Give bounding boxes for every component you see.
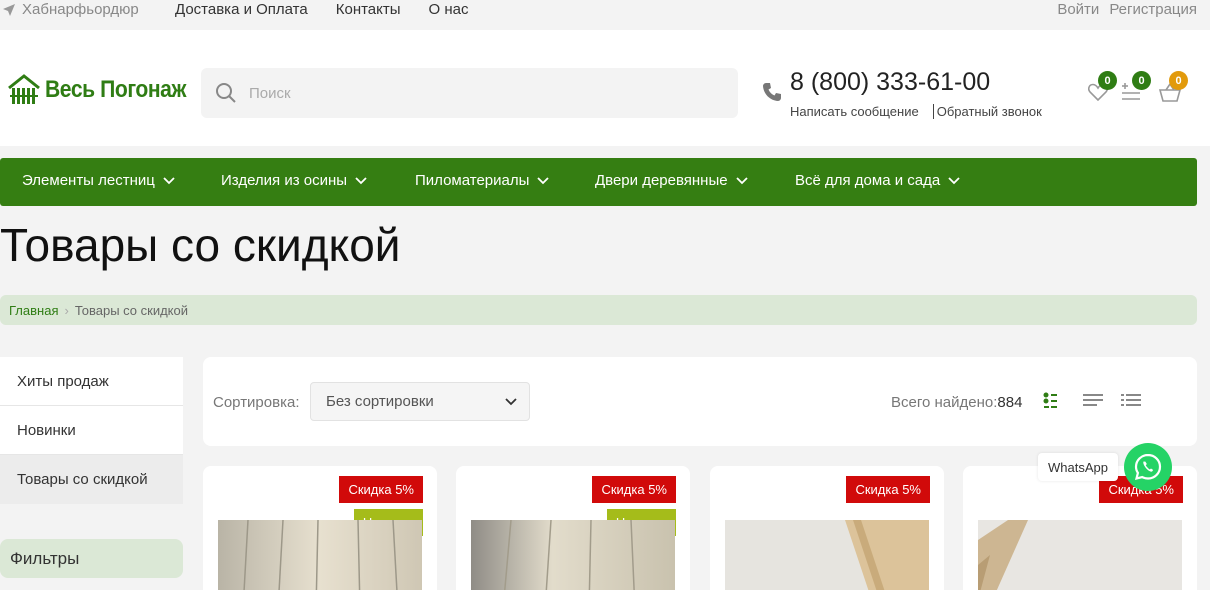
sidebar-menu: Хиты продаж Новинки Товары со скидкой <box>0 357 183 504</box>
menu-item-label: Двери деревянные <box>595 172 728 189</box>
search-icon[interactable] <box>215 82 237 104</box>
chevron-down-icon <box>735 176 748 184</box>
sidebar-item-new[interactable]: Новинки <box>0 406 183 455</box>
sale-badge: Скидка 5% <box>339 476 423 503</box>
menu-item-label: Изделия из осины <box>221 172 348 189</box>
menu-item-label: Всё для дома и сада <box>795 172 941 189</box>
cart-button[interactable]: 0 <box>1158 71 1188 108</box>
product-image[interactable] <box>471 520 675 590</box>
logo-text: Весь Погонаж <box>45 76 187 103</box>
total-label: Всего найдено: <box>891 394 998 411</box>
sort-value: Без сортировки <box>326 393 434 410</box>
logo[interactable]: Весь Погонаж <box>7 74 205 106</box>
phone-links: Написать сообщение Обратный звонок <box>790 104 1042 119</box>
chevron-down-icon <box>355 176 367 184</box>
sort-panel: Сортировка: Без сортировки Всего найдено… <box>203 357 1197 446</box>
sort-label: Сортировка: <box>213 394 300 411</box>
chevron-down-icon <box>505 397 517 405</box>
sort-select[interactable]: Без сортировки <box>310 382 530 421</box>
grid-view-icon <box>1043 392 1057 408</box>
breadcrumb: Главная › Товары со скидкой <box>0 295 1197 325</box>
sale-badge: Скидка 5% <box>592 476 676 503</box>
search-input[interactable] <box>249 84 689 102</box>
sidebar-item-discounts[interactable]: Товары со скидкой <box>0 455 183 504</box>
auth-links: Войти Регистрация <box>1057 1 1197 18</box>
chevron-down-icon <box>948 176 960 184</box>
top-links: Доставка и Оплата Контакты О нас <box>175 1 469 18</box>
city-selector[interactable]: Хабнарфьордюр <box>2 1 139 18</box>
menu-item-lumber[interactable]: Пиломатериалы <box>415 172 550 189</box>
menu-item-label: Элементы лестниц <box>22 172 155 189</box>
compare-button[interactable]: 0 <box>1122 71 1151 106</box>
favorites-button[interactable]: 0 <box>1087 71 1117 106</box>
whatsapp-label: WhatsApp <box>1038 453 1118 481</box>
house-logo-icon <box>8 74 40 104</box>
cart-badge: 0 <box>1169 71 1188 90</box>
link-contacts[interactable]: Контакты <box>336 1 401 18</box>
whatsapp-button[interactable] <box>1124 443 1172 491</box>
city-label: Хабнарфьордюр <box>22 1 139 18</box>
register-link[interactable]: Регистрация <box>1109 1 1197 18</box>
link-delivery[interactable]: Доставка и Оплата <box>175 1 308 18</box>
menu-item-aspen[interactable]: Изделия из осины <box>221 172 367 189</box>
menu-item-home-garden[interactable]: Всё для дома и сада <box>795 172 960 189</box>
menu-item-label: Пиломатериалы <box>415 172 530 189</box>
menu-item-stairs[interactable]: Элементы лестниц <box>22 172 175 189</box>
phone-icon <box>763 83 781 101</box>
login-link[interactable]: Войти <box>1057 1 1099 18</box>
search-box <box>201 68 738 118</box>
breadcrumb-home[interactable]: Главная <box>9 303 58 318</box>
callback-link[interactable]: Обратный звонок <box>932 104 1042 119</box>
sidebar-item-bestsellers[interactable]: Хиты продаж <box>0 357 183 406</box>
product-card[interactable]: Скидка 5% <box>710 466 944 590</box>
view-list-button[interactable] <box>1083 392 1103 413</box>
main-menu: Элементы лестниц Изделия из осины Пилома… <box>0 158 1197 206</box>
breadcrumb-current: Товары со скидкой <box>74 302 189 318</box>
filters-toggle[interactable]: Фильтры <box>0 539 183 578</box>
whatsapp-icon <box>1134 453 1162 480</box>
sale-badge: Скидка 5% <box>846 476 930 503</box>
chevron-down-icon <box>163 176 175 184</box>
product-card[interactable]: Скидка 5% Новинка <box>456 466 690 590</box>
total-value: 884 <box>997 394 1023 411</box>
total-found: Всего найдено:884 <box>891 394 1022 411</box>
compare-badge: 0 <box>1132 71 1151 90</box>
product-card[interactable]: Скидка 5% Новинка <box>203 466 437 590</box>
location-arrow-icon <box>3 3 15 16</box>
product-image[interactable] <box>725 520 929 590</box>
page-title: Товары со скидкой <box>0 219 401 271</box>
product-image[interactable] <box>978 520 1182 590</box>
top-bar: Хабнарфьордюр Доставка и Оплата Контакты… <box>0 0 1210 26</box>
phone-number[interactable]: 8 (800) 333-61-00 <box>790 68 990 97</box>
view-compact-button[interactable] <box>1121 392 1141 413</box>
compact-list-icon <box>1121 394 1141 406</box>
favorites-badge: 0 <box>1098 71 1117 90</box>
chevron-down-icon <box>537 176 550 184</box>
view-grid-button[interactable] <box>1043 392 1061 415</box>
link-about[interactable]: О нас <box>429 1 469 18</box>
menu-item-doors[interactable]: Двери деревянные <box>595 172 748 189</box>
list-view-icon <box>1083 394 1103 406</box>
breadcrumb-separator-icon: › <box>64 302 69 318</box>
site-header: Весь Погонаж 8 (800) 333-61-00 Написать … <box>0 30 1210 146</box>
product-image[interactable] <box>218 520 422 590</box>
write-message-link[interactable]: Написать сообщение <box>790 104 919 119</box>
